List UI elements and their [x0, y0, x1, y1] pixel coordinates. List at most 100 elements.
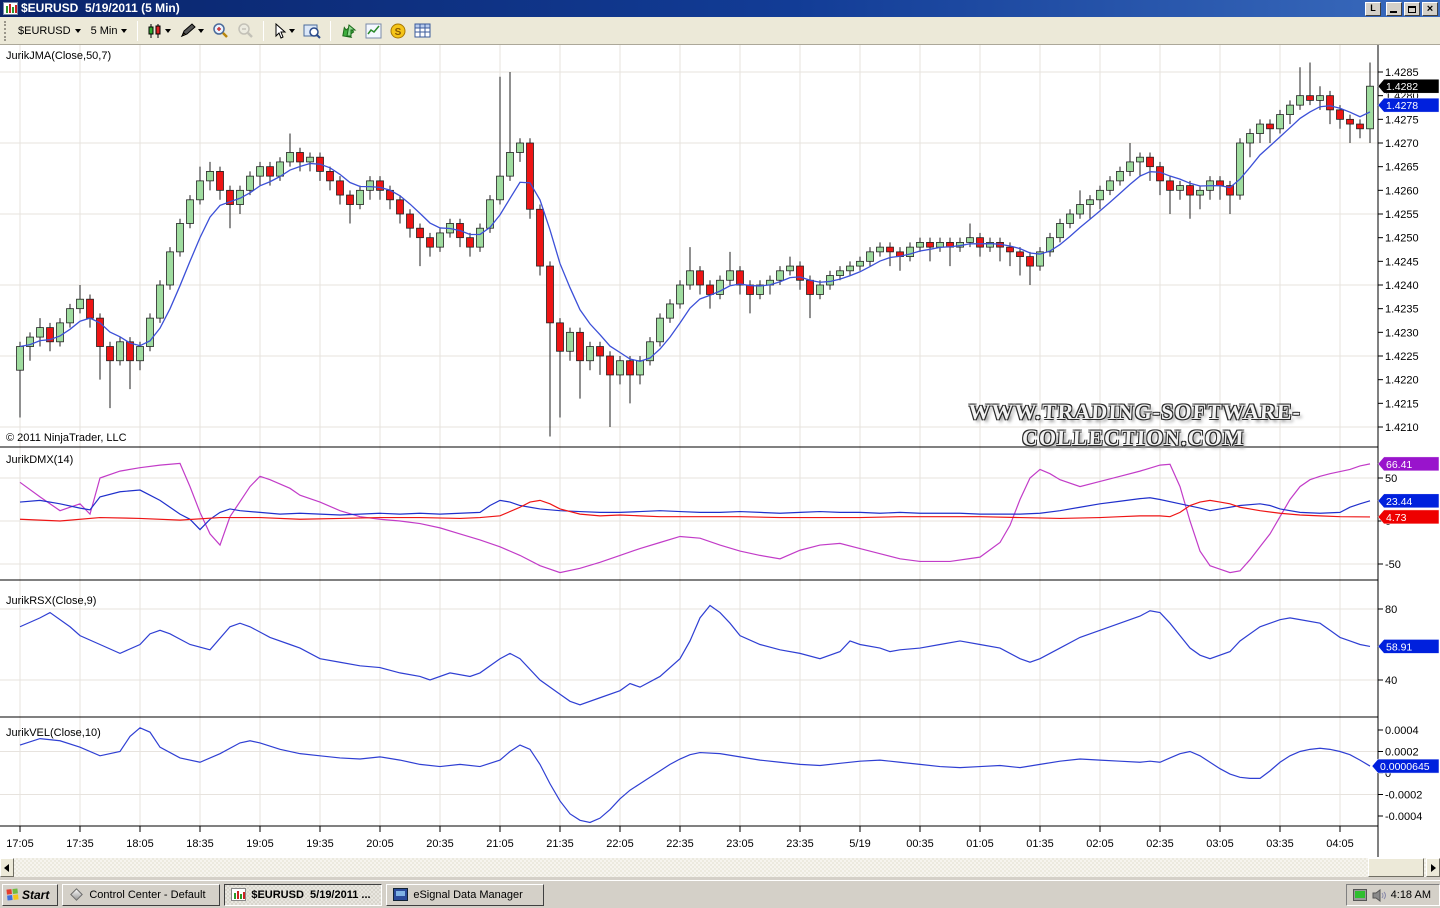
account-button[interactable]: S [386, 20, 410, 42]
candle-body [327, 171, 334, 180]
candle-body [627, 361, 634, 375]
candle-body [917, 242, 924, 247]
toolbar: $EURUSD 5 Min S [0, 17, 1440, 45]
taskbar-item-control-center[interactable]: Control Center - Default [62, 884, 220, 906]
chart-style-button[interactable] [143, 20, 175, 42]
network-icon[interactable] [1353, 889, 1367, 901]
coin-icon: S [390, 23, 406, 39]
copyright-text: © 2011 NinjaTrader, LLC [6, 432, 127, 444]
instrument-selector[interactable]: $EURUSD [13, 20, 86, 42]
x-axis-label: 02:05 [1086, 838, 1114, 850]
candle-body [527, 143, 534, 209]
price-tag-label: 0.0000645 [1380, 761, 1430, 773]
candle-body [197, 181, 204, 200]
speaker-icon[interactable] [1372, 889, 1386, 902]
axis-label: 1.4215 [1385, 398, 1419, 410]
axis-label: 1.4230 [1385, 327, 1419, 339]
chevron-down-icon [165, 29, 171, 33]
candle-body [857, 261, 864, 266]
candle-body [547, 266, 554, 323]
candle-body [1067, 214, 1074, 223]
zoom-in-button[interactable] [208, 20, 233, 42]
close-button[interactable]: × [1422, 2, 1438, 16]
candle-body [1137, 157, 1144, 162]
x-axis-label: 17:35 [66, 838, 94, 850]
candle-body [277, 162, 284, 176]
candle-body [597, 347, 604, 356]
candle-body [657, 318, 664, 342]
x-axis-label: 02:35 [1146, 838, 1174, 850]
candle-body [1127, 162, 1134, 171]
x-axis-label: 04:05 [1326, 838, 1354, 850]
restore-button[interactable] [1404, 2, 1420, 16]
candle-body [577, 332, 584, 360]
chart-trader-button[interactable] [336, 20, 361, 42]
candle-body [1027, 257, 1034, 266]
candle-body [1177, 186, 1184, 191]
chevron-down-icon [198, 29, 204, 33]
interval-selector[interactable]: 5 Min [86, 20, 133, 42]
axis-label: 1.4210 [1385, 422, 1419, 434]
price-tag-label: 4.73 [1386, 512, 1407, 524]
toolbar-grip[interactable] [4, 21, 7, 41]
candle-body [1297, 96, 1304, 105]
cursor-button[interactable] [269, 20, 299, 42]
candle-body [557, 323, 564, 351]
horizontal-scrollbar[interactable] [0, 858, 1440, 877]
watermark-text: www.trading-software-collection.com [897, 399, 1372, 451]
candle-body [587, 347, 594, 361]
mini-chart-icon [365, 23, 382, 39]
link-button[interactable]: L [1365, 2, 1381, 16]
axis-label: 1.4255 [1385, 209, 1419, 221]
candle-body [427, 238, 434, 247]
candle-body [1257, 124, 1264, 133]
candle-body [397, 200, 404, 214]
candle-body [687, 271, 694, 285]
candle-body [1267, 124, 1274, 129]
x-axis-label: 00:35 [906, 838, 934, 850]
esignal-icon [393, 888, 408, 901]
axis-label: 0.0002 [1385, 747, 1419, 759]
candle-body [57, 323, 64, 342]
axis-label: 50 [1385, 473, 1397, 485]
drawing-tools-button[interactable] [175, 20, 208, 42]
candle-body [117, 342, 124, 361]
candle-body [1117, 171, 1124, 180]
price-tag-label: 23.44 [1386, 496, 1412, 508]
taskbar-item-esignal[interactable]: eSignal Data Manager [386, 884, 544, 906]
scroll-left-button[interactable] [0, 858, 14, 877]
x-axis-label: 20:05 [366, 838, 394, 850]
start-button[interactable]: Start [2, 884, 58, 906]
zoom-out-button[interactable] [233, 20, 258, 42]
vel-line [20, 728, 1370, 823]
axis-label: 1.4235 [1385, 304, 1419, 316]
x-axis-label: 01:35 [1026, 838, 1054, 850]
system-tray: 4:18 AM [1346, 884, 1440, 906]
x-axis-label: 21:05 [486, 838, 514, 850]
candle-body [887, 247, 894, 252]
candle-body [1327, 96, 1334, 110]
candle-body [517, 143, 524, 152]
axis-label: -0.0002 [1385, 790, 1422, 802]
taskbar-item-chart[interactable]: $EURUSD 5/19/2011 ... [224, 884, 382, 906]
instrument-label: $EURUSD [18, 25, 71, 37]
x-axis-label: 22:35 [666, 838, 694, 850]
candle-body [437, 233, 444, 247]
scrollbar-thumb[interactable] [1368, 858, 1424, 877]
region-zoom-button[interactable] [299, 20, 325, 42]
windows-logo-icon [6, 888, 18, 900]
indicators-button[interactable] [361, 20, 386, 42]
candle-body [607, 356, 614, 375]
x-axis-label: 03:05 [1206, 838, 1234, 850]
candle-body [617, 361, 624, 375]
candle-body [1217, 181, 1224, 186]
candle-body [257, 167, 264, 176]
minimize-button[interactable] [1386, 2, 1402, 16]
x-axis-label: 01:05 [966, 838, 994, 850]
candle-body [1277, 115, 1284, 129]
candle-body [777, 271, 784, 280]
data-grid-button[interactable] [410, 20, 435, 42]
scroll-right-button[interactable] [1426, 858, 1440, 877]
app-icon[interactable] [3, 2, 18, 15]
grid-icon [414, 23, 431, 38]
